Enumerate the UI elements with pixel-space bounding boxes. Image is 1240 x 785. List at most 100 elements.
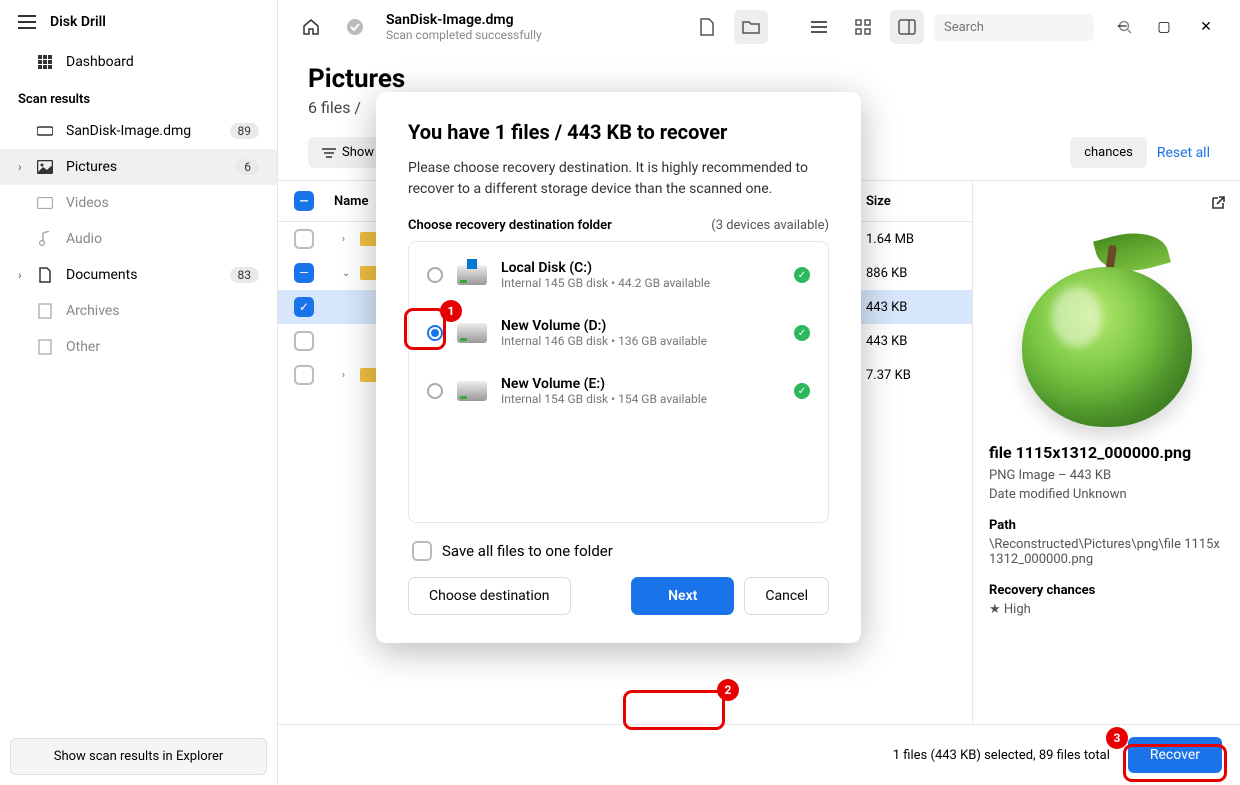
- destination-item[interactable]: New Volume (E:) Internal 154 GB disk • 1…: [409, 362, 828, 420]
- preview-chances: ★ High: [989, 602, 1224, 617]
- save-all-label: Save all files to one folder: [442, 542, 613, 560]
- chevron-right-icon[interactable]: ›: [342, 234, 352, 245]
- preview-filename: file 1115x1312_000000.png: [989, 443, 1224, 462]
- disk-icon: [457, 265, 487, 285]
- destination-name: New Volume (E:): [501, 376, 707, 392]
- disk-icon: [36, 125, 54, 137]
- sidebar-item-dashboard[interactable]: Dashboard: [0, 44, 277, 80]
- search-box[interactable]: [934, 14, 1094, 41]
- sidebar-item-pictures[interactable]: › Pictures 6: [0, 149, 277, 185]
- row-checkbox[interactable]: [294, 331, 314, 351]
- row-checkbox[interactable]: ✓: [294, 297, 314, 317]
- status-check-icon: [338, 10, 372, 44]
- open-external-icon[interactable]: [1210, 195, 1226, 211]
- save-all-checkbox[interactable]: [412, 541, 432, 561]
- preview-type: PNG Image – 443 KB: [989, 468, 1224, 483]
- preview-date: Date modified Unknown: [989, 487, 1224, 502]
- select-all-checkbox[interactable]: —: [294, 191, 314, 211]
- modal-description: Please choose recovery destination. It i…: [408, 158, 829, 200]
- chances-label: Recovery chances: [989, 583, 1224, 598]
- devices-count: (3 devices available): [711, 218, 829, 233]
- app-title: Disk Drill: [50, 14, 106, 30]
- radio-button[interactable]: [427, 383, 443, 399]
- preview-path: \Reconstructed\Pictures\png\file 1115x13…: [989, 537, 1224, 567]
- annotation-badge-1: 1: [440, 300, 462, 322]
- sidebar-item-videos[interactable]: Videos: [0, 185, 277, 221]
- search-input[interactable]: [944, 20, 1110, 35]
- filter-label: chances: [1084, 145, 1133, 160]
- count-badge: 89: [230, 123, 260, 139]
- chances-filter-button[interactable]: chances: [1070, 137, 1147, 168]
- column-size[interactable]: Size: [866, 194, 956, 209]
- sidebar-item-label: Dashboard: [66, 54, 134, 70]
- home-icon[interactable]: [294, 10, 328, 44]
- sidebar-item-label: Documents: [66, 267, 137, 283]
- choose-label: Choose recovery destination folder: [408, 218, 612, 233]
- radio-button[interactable]: [427, 267, 443, 283]
- page-title: Pictures: [308, 64, 1210, 94]
- cell-size: 443 KB: [866, 300, 956, 315]
- other-icon: [36, 339, 54, 355]
- list-view-icon[interactable]: [802, 10, 836, 44]
- maximize-button[interactable]: ▢: [1146, 13, 1182, 41]
- hamburger-icon[interactable]: [18, 15, 36, 29]
- preview-image: [1017, 227, 1197, 427]
- modal-title: You have 1 files / 443 KB to recover: [408, 120, 829, 144]
- sidebar-item-label: Other: [66, 339, 100, 355]
- folder-icon[interactable]: [734, 10, 768, 44]
- chevron-right-icon: ›: [18, 268, 22, 282]
- chevron-down-icon[interactable]: ⌄: [342, 268, 352, 279]
- recover-button[interactable]: Recover: [1128, 737, 1222, 773]
- row-checkbox[interactable]: [294, 229, 314, 249]
- destination-item[interactable]: New Volume (D:) Internal 146 GB disk • 1…: [409, 304, 828, 362]
- audio-icon: [36, 231, 54, 247]
- annotation-badge-3: 3: [1106, 727, 1128, 749]
- preview-panel: file 1115x1312_000000.png PNG Image – 44…: [972, 181, 1240, 724]
- minimize-button[interactable]: —: [1104, 13, 1140, 41]
- sidebar-item-other[interactable]: Other: [0, 329, 277, 365]
- destination-sub: Internal 146 GB disk • 136 GB available: [501, 334, 707, 348]
- destination-name: New Volume (D:): [501, 318, 707, 334]
- chevron-right-icon[interactable]: ›: [342, 370, 352, 381]
- filter-icon: [322, 147, 336, 159]
- radio-button[interactable]: [427, 325, 443, 341]
- sidebar-item-label: Pictures: [66, 159, 117, 175]
- status-ok-icon: ✓: [794, 325, 810, 341]
- destination-sub: Internal 145 GB disk • 44.2 GB available: [501, 276, 710, 290]
- sidebar-item-sandisk[interactable]: SanDisk-Image.dmg 89: [0, 113, 277, 149]
- disk-icon: [457, 323, 487, 343]
- destination-name: Local Disk (C:): [501, 260, 710, 276]
- cell-size: 886 KB: [866, 266, 956, 281]
- sidebar-item-audio[interactable]: Audio: [0, 221, 277, 257]
- status-ok-icon: ✓: [794, 267, 810, 283]
- annotation-badge-2: 2: [717, 679, 739, 701]
- videos-icon: [36, 197, 54, 209]
- choose-destination-button[interactable]: Choose destination: [408, 577, 571, 615]
- filter-label: Show: [342, 145, 374, 160]
- grid-view-icon[interactable]: [846, 10, 880, 44]
- chevron-right-icon: ›: [18, 160, 22, 174]
- panel-view-icon[interactable]: [890, 10, 924, 44]
- next-button[interactable]: Next: [631, 577, 734, 615]
- cancel-button[interactable]: Cancel: [744, 577, 829, 615]
- reset-all-link[interactable]: Reset all: [1157, 145, 1210, 161]
- dashboard-icon: [36, 54, 54, 70]
- cell-size: 7.37 KB: [866, 368, 956, 383]
- sidebar-item-archives[interactable]: Archives: [0, 293, 277, 329]
- count-badge: 83: [230, 267, 260, 283]
- close-button[interactable]: ✕: [1188, 13, 1224, 41]
- status-ok-icon: ✓: [794, 383, 810, 399]
- file-icon[interactable]: [690, 10, 724, 44]
- destination-item[interactable]: Local Disk (C:) Internal 145 GB disk • 4…: [409, 246, 828, 304]
- destination-sub: Internal 154 GB disk • 154 GB available: [501, 392, 707, 406]
- sidebar-item-label: Archives: [66, 303, 120, 319]
- show-in-explorer-button[interactable]: Show scan results in Explorer: [10, 738, 267, 775]
- sidebar-item-label: Videos: [66, 195, 109, 211]
- documents-icon: [36, 267, 54, 283]
- sidebar-item-documents[interactable]: › Documents 83: [0, 257, 277, 293]
- recovery-modal: You have 1 files / 443 KB to recover Ple…: [376, 92, 861, 643]
- row-checkbox[interactable]: —: [294, 263, 314, 283]
- cell-size: 1.64 MB: [866, 232, 956, 247]
- statusbar: 1 files (443 KB) selected, 89 files tota…: [278, 724, 1240, 785]
- row-checkbox[interactable]: [294, 365, 314, 385]
